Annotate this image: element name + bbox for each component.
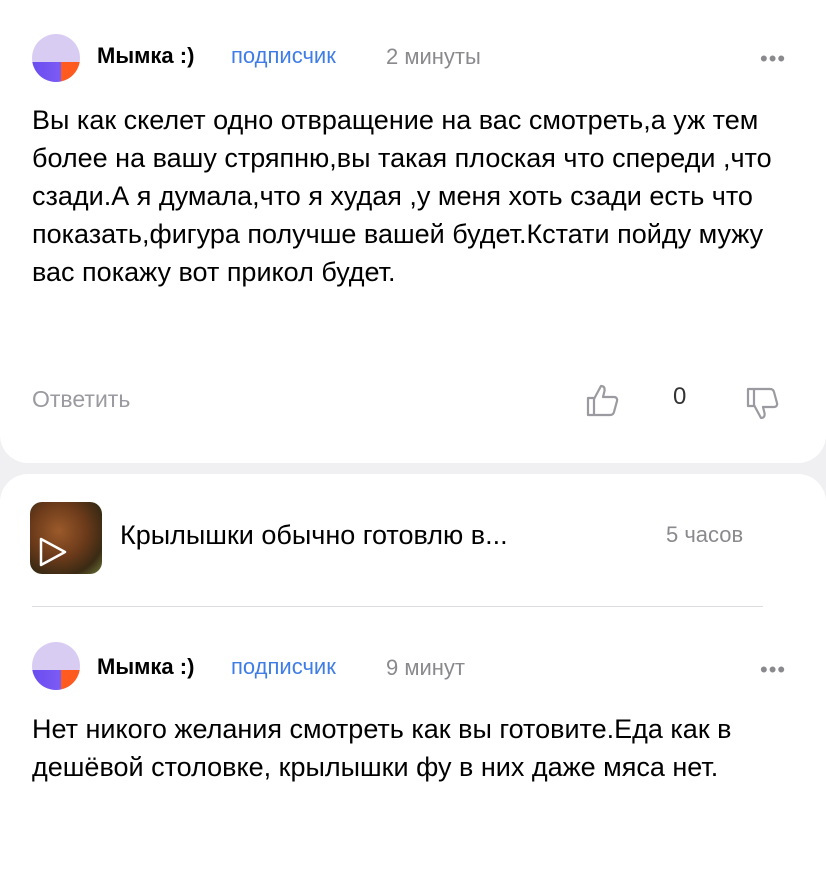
- subscriber-badge: подписчик: [231, 43, 336, 68]
- comment-time: 2 минуты: [386, 44, 481, 69]
- thumbs-down-icon[interactable]: [744, 386, 780, 422]
- comment-author[interactable]: Мымка :): [97, 654, 194, 680]
- like-count: 0: [673, 383, 687, 410]
- post-time: 5 часов: [666, 522, 744, 547]
- avatar[interactable]: [32, 642, 80, 690]
- reply-button[interactable]: Ответить: [32, 386, 130, 413]
- avatar[interactable]: [32, 34, 80, 82]
- comment-author[interactable]: Мымка :): [97, 43, 194, 69]
- more-options-button[interactable]: •••: [760, 46, 786, 72]
- comment-time: 9 минут: [386, 655, 465, 680]
- post-title[interactable]: Крылышки обычно готовлю в...: [120, 520, 508, 551]
- comment-card: Мымка :) подписчик 2 минуты ••• Вы как с…: [0, 0, 826, 463]
- play-icon: [39, 537, 67, 567]
- thumbs-up-icon[interactable]: [584, 382, 620, 418]
- post-thumbnail[interactable]: [30, 502, 102, 574]
- comment-text: Вы как скелет одно отвращение на вас смо…: [32, 105, 772, 287]
- comment-text: Нет никого желания смотреть как вы готов…: [32, 714, 732, 782]
- more-options-button[interactable]: •••: [760, 657, 786, 683]
- divider: [32, 606, 763, 607]
- subscriber-badge: подписчик: [231, 654, 336, 679]
